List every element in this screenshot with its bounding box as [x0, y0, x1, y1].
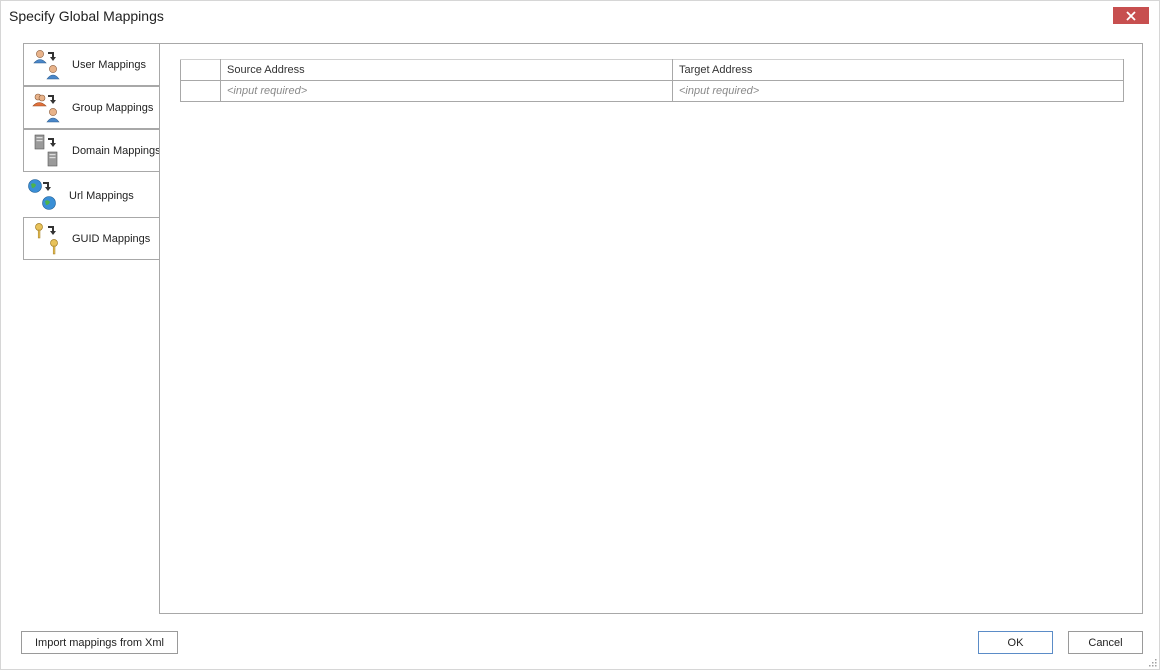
sidebar-item-label: GUID Mappings — [72, 232, 151, 245]
sidebar-item-group-mappings[interactable]: Group Mappings — [23, 86, 160, 129]
user-mapping-icon — [33, 50, 60, 80]
sidebar-item-url-mappings[interactable]: Url Mappings — [23, 174, 160, 217]
row-indicator[interactable] — [180, 80, 221, 102]
sidebar-item-guid-mappings[interactable]: GUID Mappings — [23, 217, 160, 260]
cancel-button[interactable]: Cancel — [1068, 631, 1143, 654]
group-mapping-icon — [32, 93, 60, 123]
sidebar-item-domain-mappings[interactable]: Domain Mappings — [23, 129, 161, 172]
url-mapping-icon — [28, 179, 56, 210]
sidebar-item-label: Group Mappings — [72, 101, 154, 114]
sidebar-item-label: User Mappings — [72, 58, 146, 71]
sidebar-item-label: Url Mappings — [69, 189, 134, 202]
source-address-cell[interactable]: <input required> — [220, 80, 673, 102]
domain-mapping-icon — [34, 134, 58, 167]
dialog-window: Specify Global Mappings User Mappings Gr… — [0, 0, 1160, 670]
ok-button[interactable]: OK — [978, 631, 1053, 654]
guid-mapping-icon — [35, 223, 58, 255]
close-button[interactable] — [1113, 7, 1149, 24]
table-row: <input required> <input required> — [180, 80, 1124, 102]
url-mappings-grid: Source Address Target Address <input req… — [180, 59, 1124, 102]
column-header-target-address[interactable]: Target Address — [672, 59, 1124, 81]
row-indicator-header — [180, 59, 221, 81]
sidebar-item-label: Domain Mappings — [72, 144, 161, 157]
mapping-content-panel: Source Address Target Address <input req… — [159, 43, 1143, 614]
grid-header-row: Source Address Target Address — [180, 59, 1124, 81]
import-mappings-button[interactable]: Import mappings from Xml — [21, 631, 178, 654]
sidebar-item-user-mappings[interactable]: User Mappings — [23, 43, 160, 86]
close-icon — [1126, 10, 1136, 21]
dialog-title: Specify Global Mappings — [9, 8, 164, 24]
resize-grip-icon[interactable] — [1149, 659, 1157, 667]
title-bar: Specify Global Mappings — [1, 1, 1159, 33]
column-header-source-address[interactable]: Source Address — [220, 59, 673, 81]
target-address-cell[interactable]: <input required> — [672, 80, 1124, 102]
